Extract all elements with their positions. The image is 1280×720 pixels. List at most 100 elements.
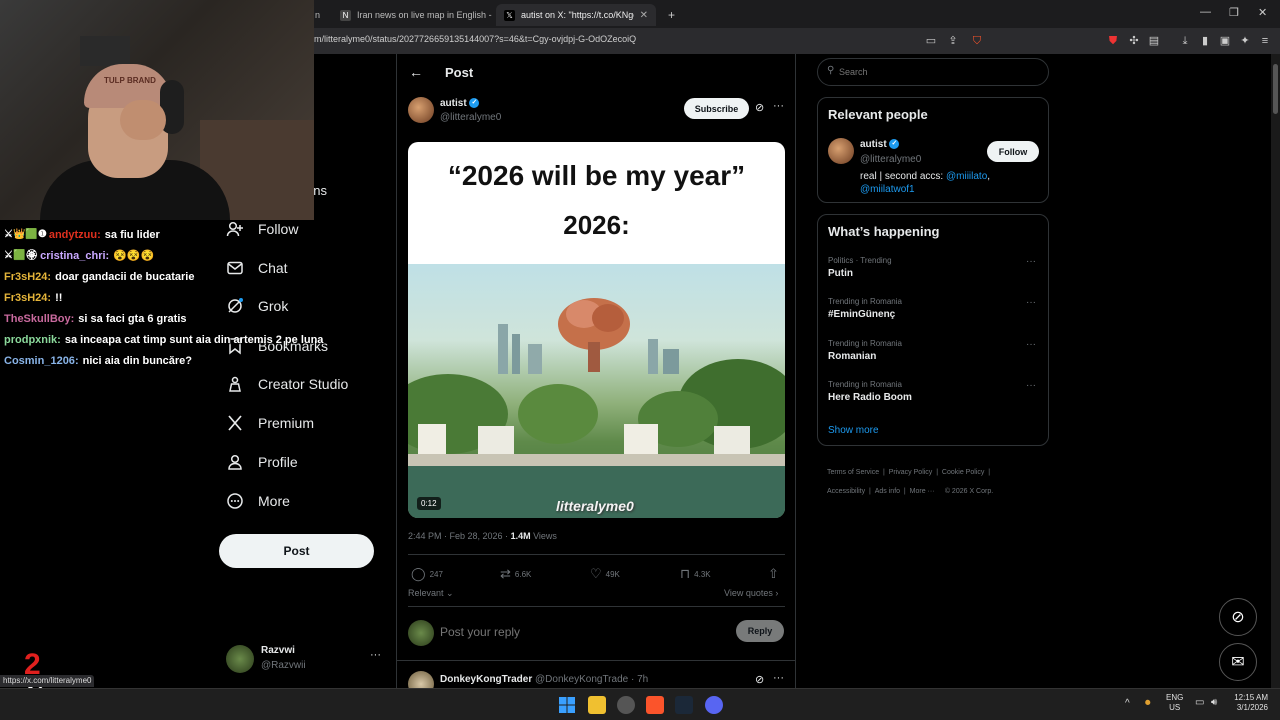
- clock-date: 3/1/2026: [1236, 703, 1268, 712]
- trend-topic: #EminGünenç: [828, 309, 896, 320]
- footer-link[interactable]: Terms of Service: [827, 469, 879, 476]
- url-field[interactable]: m/litteralyme0/status/202772665913514400…: [314, 34, 636, 44]
- trend-item[interactable]: Politics · Trending Putin: [828, 256, 892, 279]
- leo-ai-icon[interactable]: ✦: [1238, 34, 1252, 48]
- clock[interactable]: 12:15 AM 3/1/2026: [1228, 693, 1268, 713]
- meme-caption-1: “2026 will be my year”: [447, 160, 746, 191]
- nav-item-creator-studio[interactable]: Creator Studio: [226, 372, 348, 396]
- repost-stat[interactable]: ⇄ 6.6K: [500, 566, 531, 582]
- meme-caption-2: 2026:: [563, 210, 630, 240]
- stream-chat: ⚔👑🟩❶ andytzuu: sa fiu lider ⚔🟩🏵 cristina_chr…: [4, 224, 364, 371]
- trend-more-icon[interactable]: ···: [1026, 256, 1036, 267]
- author-name-row[interactable]: autist ✓: [440, 98, 480, 109]
- subscribe-button[interactable]: Subscribe: [684, 98, 749, 119]
- footer-link[interactable]: Cookie Policy: [942, 469, 984, 476]
- download-icon[interactable]: ⤓: [1178, 34, 1192, 48]
- trend-more-icon[interactable]: ···: [1026, 380, 1036, 391]
- author-avatar[interactable]: [408, 97, 434, 123]
- share-button[interactable]: ⇧: [768, 566, 779, 582]
- close-window-icon[interactable]: ✕: [1258, 6, 1267, 19]
- trend-more-icon[interactable]: ···: [1026, 339, 1036, 350]
- trend-more-icon[interactable]: ···: [1026, 297, 1036, 308]
- bio-link[interactable]: @miiilato: [946, 171, 987, 182]
- taskbar: ^ ⏺ ENG US ▭ 🔊︎ 12:15 AM 3/1/2026: [0, 688, 1280, 720]
- account-switcher[interactable]: Razvwi @Razvwii ···: [226, 645, 396, 677]
- search-box[interactable]: ⚲: [817, 58, 1049, 86]
- reply-more-icon[interactable]: ···: [773, 672, 784, 684]
- new-tab-button[interactable]: +: [660, 4, 680, 26]
- language-indicator[interactable]: ENG US: [1166, 693, 1183, 713]
- tab-partial[interactable]: n: [314, 4, 326, 26]
- brave-browser-icon[interactable]: [646, 696, 664, 714]
- post-timestamp: 2:44 PM · Feb 28, 2026 · 1.4M Views: [408, 531, 557, 541]
- tab-x-post[interactable]: 𝕏 autist on X: "https://t.co/KNgo6 ✕: [496, 4, 656, 26]
- nav-item-premium[interactable]: Premium: [226, 411, 314, 435]
- trend-item[interactable]: Trending in Romania Romanian: [828, 339, 902, 362]
- sidebar-toggle-icon[interactable]: ▮: [1198, 34, 1212, 48]
- discord-icon[interactable]: [705, 696, 723, 714]
- footer-link[interactable]: Accessibility: [827, 488, 865, 495]
- chat-message: prodpxnik: sa inceapa cat timp sunt aia d…: [4, 329, 364, 350]
- relevant-handle[interactable]: @litteralyme0: [860, 154, 921, 165]
- trend-item[interactable]: Trending in Romania #EminGünenç: [828, 297, 902, 320]
- avatar[interactable]: [828, 138, 854, 164]
- chat-message: Fr3sH24:!!: [4, 287, 364, 308]
- author-handle[interactable]: @litteralyme0: [440, 112, 501, 123]
- grok-explain-icon[interactable]: ⊘: [755, 673, 764, 686]
- share-icon[interactable]: ⇪: [946, 34, 960, 48]
- like-stat[interactable]: ♡ 49K: [590, 566, 620, 582]
- post-more-icon[interactable]: ···: [773, 100, 784, 112]
- volume-icon[interactable]: 🔊︎: [1211, 697, 1217, 708]
- minimize-icon[interactable]: —: [1200, 6, 1211, 18]
- post-button[interactable]: Post: [219, 534, 374, 568]
- menu-icon[interactable]: ≡: [1258, 34, 1272, 48]
- nav-item-profile[interactable]: Profile: [226, 450, 298, 474]
- reply-stat[interactable]: ◯ 247: [411, 566, 443, 582]
- microphone-icon[interactable]: ⏺: [1145, 697, 1151, 710]
- footer-links: Terms of Service | Privacy Policy | Cook…: [827, 469, 994, 495]
- restore-icon[interactable]: ❐: [1229, 6, 1239, 19]
- wallet-icon[interactable]: ▣: [1218, 34, 1232, 48]
- footer-link[interactable]: Ads info: [875, 488, 900, 495]
- back-arrow-icon[interactable]: ←: [409, 64, 423, 80]
- trend-item[interactable]: Trending in Romania Here Radio Boom: [828, 380, 912, 403]
- search-input[interactable]: [839, 65, 1039, 79]
- scrollbar[interactable]: [1271, 54, 1280, 688]
- file-explorer-icon[interactable]: [588, 696, 606, 714]
- brave-shields-icon[interactable]: ⛉: [970, 34, 984, 48]
- relevant-name-row[interactable]: autist ✓: [860, 139, 900, 150]
- post-video[interactable]: “2026 will be my year” 2026:: [408, 142, 785, 518]
- windows-start-icon[interactable]: [558, 696, 576, 714]
- extensions-icon[interactable]: ✣: [1127, 34, 1141, 48]
- sort-dropdown[interactable]: Relevant ⌄: [408, 588, 454, 599]
- footer-link[interactable]: More ···: [910, 488, 935, 495]
- scrollbar-thumb[interactable]: [1273, 64, 1278, 114]
- more-icon: [226, 492, 244, 510]
- repost-icon: ⇄: [500, 566, 511, 581]
- chat-username: cristina_chri: [40, 249, 106, 262]
- nav-item-more[interactable]: More: [226, 489, 290, 513]
- messages-fab-icon[interactable]: ✉: [1219, 643, 1257, 681]
- tab-iran-news[interactable]: N Iran news on live map in English - Co: [332, 4, 492, 26]
- reply-author-row[interactable]: DonkeyKongTrader @DonkeyKongTrade · 7h: [440, 674, 648, 685]
- grok-fab-icon[interactable]: ⊘: [1219, 598, 1257, 636]
- bio-link[interactable]: @miilatwof1: [860, 184, 915, 195]
- network-icon[interactable]: ▭: [1195, 697, 1204, 708]
- view-quotes-link[interactable]: View quotes ›: [724, 588, 778, 598]
- account-menu-icon[interactable]: ···: [370, 649, 381, 661]
- reader-icon[interactable]: ▤: [1147, 34, 1161, 48]
- bookmark-stat[interactable]: ⊓ 4.3K: [680, 566, 711, 582]
- footer-link[interactable]: Privacy Policy: [889, 469, 933, 476]
- grok-explain-icon[interactable]: ⊘: [755, 101, 764, 114]
- reply-input[interactable]: [440, 622, 720, 642]
- follow-button[interactable]: Follow: [987, 141, 1039, 162]
- vpn-icon[interactable]: ⛊: [1106, 34, 1120, 48]
- close-tab-icon[interactable]: ✕: [640, 10, 648, 21]
- steam-icon[interactable]: [675, 696, 693, 714]
- show-more-link[interactable]: Show more: [828, 425, 879, 436]
- app-icon[interactable]: [617, 696, 635, 714]
- chat-username: TheSkullBoy: [4, 312, 71, 325]
- cast-icon[interactable]: ▭: [924, 34, 938, 48]
- reply-button[interactable]: Reply: [736, 620, 784, 642]
- tray-overflow-icon[interactable]: ^: [1125, 698, 1130, 709]
